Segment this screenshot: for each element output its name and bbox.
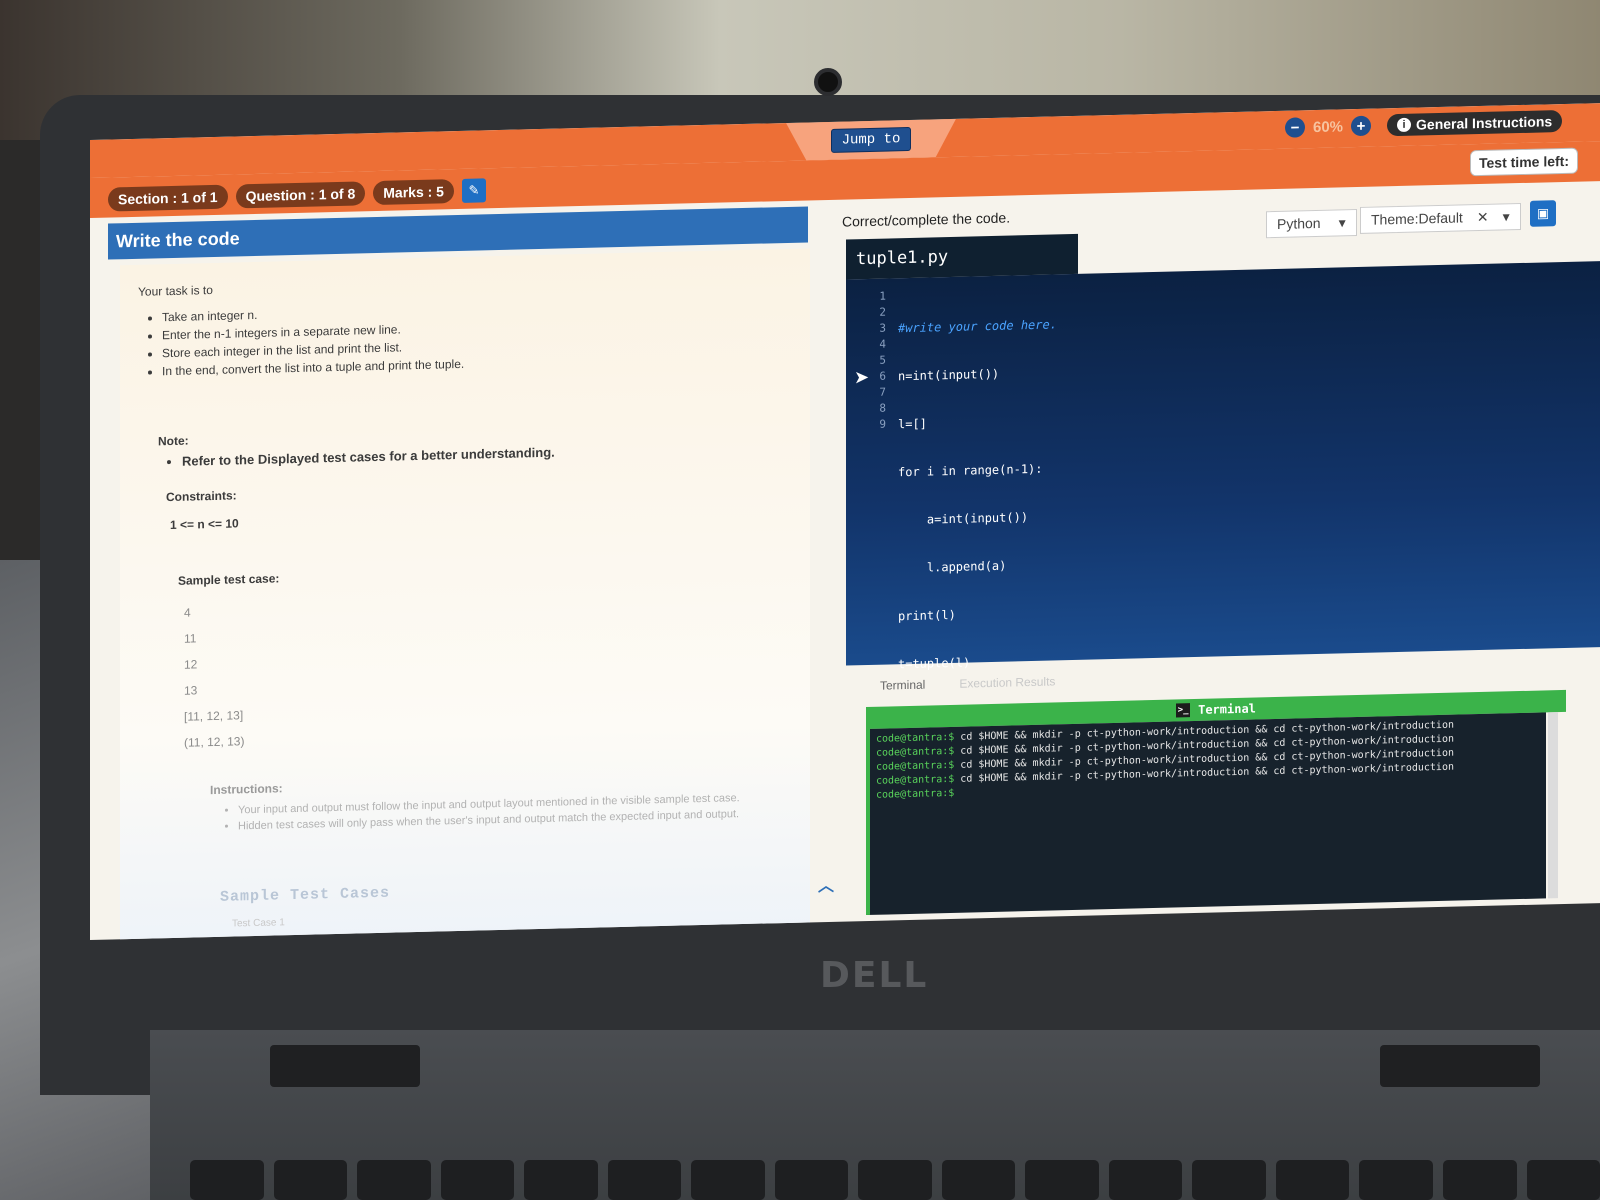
line-number: 9 xyxy=(879,417,886,431)
editor-instruction: Correct/complete the code. xyxy=(842,209,1011,230)
sample-test-case-label: Sample test case: xyxy=(178,571,280,588)
test-time-left: Test time left: xyxy=(1470,147,1578,177)
chevron-down-icon: ▾ xyxy=(1502,208,1510,225)
code-line: for i in range(n-1): xyxy=(898,461,1043,480)
question-pill: Question : 1 of 8 xyxy=(235,181,366,209)
sample-line: 4 xyxy=(184,605,191,620)
tab-execution-results[interactable]: Execution Results xyxy=(959,674,1055,690)
code-line: print(l) xyxy=(898,607,956,624)
instructions-list: Your input and output must follow the in… xyxy=(238,790,740,834)
chevron-up-icon[interactable]: ︿ xyxy=(818,872,834,896)
keyboard-row xyxy=(190,1160,1600,1200)
line-numbers: 1 2 3 4 5 6 7 8 9 xyxy=(846,289,886,434)
terminal-prompt: code@tantra:$ xyxy=(876,787,955,801)
section-pill: Section : 1 of 1 xyxy=(108,184,228,212)
theme-value: Theme:Default xyxy=(1371,209,1463,228)
sample-line: [11, 12, 13] xyxy=(184,708,244,724)
constraints-value: 1 <= n <= 10 xyxy=(170,516,239,533)
code-line: l=[] xyxy=(898,416,927,432)
terminal-prompt: code@tantra:$ xyxy=(876,759,955,773)
close-icon[interactable]: ✕ xyxy=(1477,209,1489,226)
tab-terminal[interactable]: Terminal xyxy=(880,678,925,693)
minus-icon[interactable]: − xyxy=(1285,117,1305,138)
jump-to-button[interactable]: Jump to xyxy=(831,127,912,153)
terminal-title: Terminal xyxy=(1198,701,1256,717)
code-line: n=int(input()) xyxy=(898,366,1000,384)
hinge-right xyxy=(1380,1045,1540,1087)
terminal-prompt: code@tantra:$ xyxy=(876,773,955,787)
hinge-left xyxy=(270,1045,420,1087)
terminal-icon: >_ xyxy=(1176,703,1191,718)
general-instructions-label: General Instructions xyxy=(1416,113,1553,133)
sample-test-case: 4 11 12 13 [11, 12, 13] (11, 12, 13) xyxy=(184,598,244,755)
marks-pill: Marks : 5 xyxy=(373,179,454,206)
code-line: t=tuple(l) xyxy=(898,655,971,672)
language-select[interactable]: Python ▾ xyxy=(1266,209,1357,239)
sample-line: 12 xyxy=(184,657,198,672)
save-icon[interactable]: ▣ xyxy=(1530,200,1556,227)
file-tab[interactable]: tuple1.py xyxy=(846,233,1078,280)
note-label: Note: xyxy=(158,433,189,449)
info-icon: i xyxy=(1397,117,1412,133)
terminal-output[interactable]: code@tantra:$ cd $HOME && mkdir -p ct-py… xyxy=(866,712,1546,916)
instructions-label: Instructions: xyxy=(210,781,283,798)
mouse-pointer-icon: ➤ xyxy=(854,366,870,388)
code-line: #write your code here. xyxy=(898,317,1057,336)
chevron-down-icon: ▾ xyxy=(1338,214,1346,231)
zoom-level: 60% xyxy=(1313,117,1344,136)
sample-line: 11 xyxy=(184,631,197,646)
general-instructions-button[interactable]: i General Instructions xyxy=(1387,110,1563,137)
line-number: 1 xyxy=(879,289,886,303)
terminal-prompt: code@tantra:$ xyxy=(876,731,955,745)
test-case-label[interactable]: Test Case 1 xyxy=(232,917,285,929)
line-number: 2 xyxy=(879,305,886,319)
line-number: 4 xyxy=(879,337,886,351)
constraints-label: Constraints: xyxy=(166,488,237,505)
jump-to-tab: Jump to xyxy=(786,119,956,161)
code-line: a=int(input()) xyxy=(898,510,1029,528)
code-editor[interactable]: 1 2 3 4 5 6 7 8 9 #write your code here.… xyxy=(846,261,1600,719)
line-number: 3 xyxy=(879,321,886,335)
task-list: Take an integer n. Enter the n-1 integer… xyxy=(162,301,464,380)
terminal-scrollbar[interactable] xyxy=(1548,712,1558,899)
terminal-prompt: code@tantra:$ xyxy=(876,745,955,759)
exam-screen: Jump to − 60% + i General Instructions S… xyxy=(90,103,1600,941)
question-panel: Your task is to Take an integer n. Enter… xyxy=(120,248,810,941)
line-number: 8 xyxy=(879,401,886,415)
sample-test-cases-title: Sample Test Cases xyxy=(220,884,391,906)
laptop-brand-logo: DELL xyxy=(820,955,929,996)
webcam-icon xyxy=(814,68,842,96)
task-intro: Your task is to xyxy=(138,282,213,299)
note-item: Refer to the Displayed test cases for a … xyxy=(182,445,555,469)
note-list: Refer to the Displayed test cases for a … xyxy=(182,445,555,469)
sample-line: 13 xyxy=(184,683,198,698)
sample-line: (11, 12, 13) xyxy=(184,734,245,750)
language-value: Python xyxy=(1277,214,1321,232)
chat-icon[interactable]: ✎ xyxy=(461,178,486,203)
plus-icon[interactable]: + xyxy=(1351,115,1372,137)
code-line: l.append(a) xyxy=(898,558,1007,576)
theme-select[interactable]: Theme:Default ✕ ▾ xyxy=(1360,203,1521,234)
